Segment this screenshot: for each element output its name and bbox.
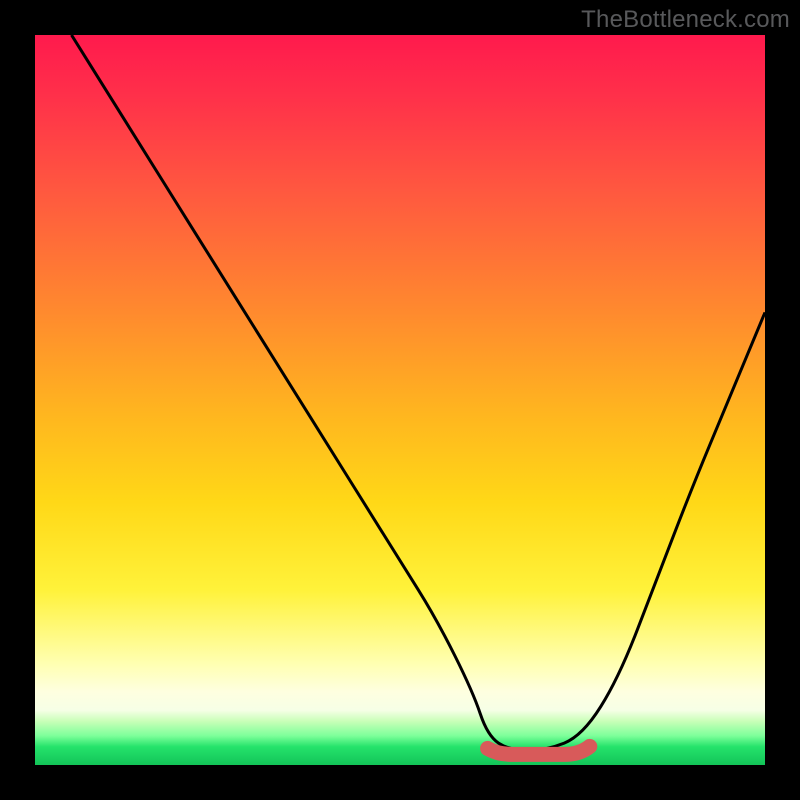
plot-area (35, 35, 765, 765)
bottleneck-curve-line (72, 35, 766, 750)
bottleneck-curve-svg (35, 35, 765, 765)
chart-frame: TheBottleneck.com (0, 0, 800, 800)
watermark-text: TheBottleneck.com (581, 6, 790, 34)
minimum-band-highlight (488, 746, 590, 754)
